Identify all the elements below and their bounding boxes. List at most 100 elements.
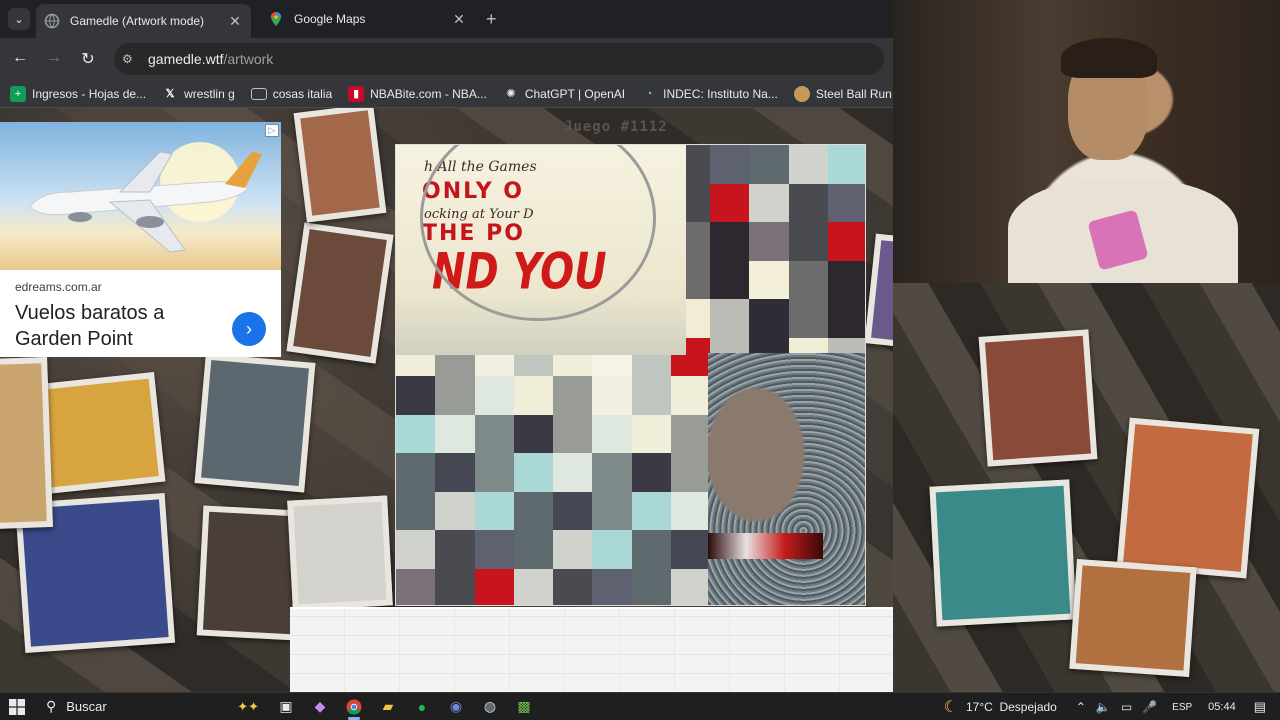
pixel-cell (670, 491, 710, 530)
bookmark-cosas-italia[interactable]: cosas italia (250, 86, 333, 101)
pixel-cell (553, 530, 593, 569)
pixel-cell (513, 530, 553, 569)
revealed-text-area: h All the Games ONLY O ocking at Your D … (396, 145, 686, 355)
edreams-ad[interactable]: ▷ edreams.com.ar Vuelos baratos a Garden… (0, 122, 281, 357)
collage-photo (864, 233, 893, 353)
bookmark-indec[interactable]: ◔ INDEC: Instituto Na... (641, 86, 778, 102)
steam-icon[interactable]: ◍ (473, 693, 507, 720)
collage-photo (194, 353, 316, 493)
bookmark-label: Ingresos - Hojas de... (32, 86, 147, 101)
pixel-cell (827, 222, 865, 261)
pixel-cell (474, 568, 514, 605)
xbox-app-icon[interactable]: ▩ (507, 693, 541, 720)
bookmark-label: wrestlin g (184, 86, 235, 101)
back-arrow-icon[interactable]: ← (10, 49, 30, 67)
pixel-cell (710, 260, 750, 299)
tab-google-maps[interactable]: Google Maps ✕ (260, 4, 475, 34)
pixel-cell (788, 183, 828, 222)
pixel-cell (474, 491, 514, 530)
pixel-cell (592, 491, 632, 530)
file-explorer-icon[interactable]: ▰ (371, 693, 405, 720)
copilot-icon[interactable]: ◆ (303, 693, 337, 720)
collage-photo (1069, 558, 1197, 678)
bookmark-nbabite[interactable]: ▮ NBABite.com - NBA... (348, 85, 487, 102)
bookmark-label: cosas italia (272, 86, 333, 101)
artwork-puzzle[interactable]: h All the Games ONLY O ocking at Your D … (395, 144, 866, 606)
pixel-cell (827, 145, 865, 184)
nba-icon: ▮ (348, 85, 365, 102)
folder-icon (250, 87, 267, 100)
pixel-cell (631, 414, 671, 453)
pixel-cell (749, 145, 789, 184)
weather-widget[interactable]: ☾ 17°C Despejado (944, 697, 1057, 717)
bookmark-label: INDEC: Instituto Na... (663, 86, 778, 101)
new-tab-button[interactable]: + (486, 9, 497, 30)
pixel-cell (513, 491, 553, 530)
spotify-icon[interactable]: ● (405, 693, 439, 720)
webcam-person-hair (1061, 38, 1157, 78)
indec-icon: ◔ (645, 87, 653, 100)
pixel-cell (631, 376, 671, 415)
pixel-cell (474, 414, 514, 453)
sparkle-icon: ✦✦ (237, 698, 259, 714)
ad-domain: edreams.com.ar (15, 280, 102, 294)
pixel-cell (435, 376, 475, 415)
revealed-streak (708, 533, 823, 559)
pixel-cell (553, 568, 593, 605)
tab-title: Gamedle (Artwork mode) (70, 14, 205, 28)
collage-photo (0, 357, 53, 529)
close-icon[interactable]: ✕ (451, 11, 467, 28)
brick-pattern (290, 607, 893, 692)
pixel-cell (396, 376, 436, 415)
bookmark-chatgpt[interactable]: ✺ ChatGPT | OpenAI (503, 86, 625, 102)
pixel-cell (435, 453, 475, 492)
chevron-up-icon[interactable]: ⌃ (1076, 700, 1086, 714)
pixel-cell (592, 530, 632, 569)
pixel-cell (435, 530, 475, 569)
moon-icon: ☾ (943, 699, 958, 716)
notification-icon[interactable]: ▤ (1254, 699, 1266, 715)
openai-icon: ✺ (506, 88, 516, 100)
game-number-label: Juego #1112 (564, 119, 668, 135)
pixel-cell (827, 183, 865, 222)
pixel-cell (474, 453, 514, 492)
tab-search-button[interactable]: ⌄ (8, 8, 30, 30)
pixel-cell (396, 414, 436, 453)
windows-start-icon[interactable] (0, 693, 34, 720)
gamedle-page: ▷ edreams.com.ar Vuelos baratos a Garden… (0, 108, 893, 692)
site-info-icon[interactable]: ⚙ (122, 52, 140, 66)
bookmark-label: Steel Ball Run Man (815, 86, 893, 101)
language-indicator[interactable]: ESP (1172, 702, 1192, 713)
pixel-cell (435, 491, 475, 530)
pixel-cell (592, 414, 632, 453)
ad-choices-icon[interactable]: ▷ (265, 124, 279, 137)
pixel-cell (513, 376, 553, 415)
speaker-icon[interactable]: 🔈 (1096, 700, 1111, 714)
task-view-icon[interactable]: ▣ (269, 693, 303, 720)
chrome-icon[interactable] (337, 693, 371, 720)
browser-toolbar: ← → ↻ ⚙ gamedle.wtf/artwork (0, 38, 893, 80)
forward-arrow-icon[interactable]: → (44, 49, 64, 67)
bottom-banner-ad[interactable]: ⓘ ⋮ (290, 607, 893, 692)
pixel-cell (513, 453, 553, 492)
bookmark-wrestling[interactable]: 𝕏 wrestlin g (162, 86, 235, 102)
discord-icon[interactable]: ◉ (439, 693, 473, 720)
chevron-right-icon[interactable]: › (232, 312, 266, 346)
pixel-cell (631, 453, 671, 492)
microphone-icon[interactable]: 🎤 (1142, 700, 1157, 714)
pixel-cell (670, 376, 710, 415)
revealed-image-area (708, 353, 865, 605)
bookmark-steel-ball-run[interactable]: Steel Ball Run Man (793, 85, 893, 102)
address-bar[interactable]: ⚙ gamedle.wtf/artwork (114, 43, 884, 75)
clock[interactable]: 05:44 (1208, 701, 1236, 713)
reload-icon[interactable]: ↻ (78, 49, 98, 69)
battery-icon[interactable]: ▭ (1121, 700, 1132, 714)
pixel-cell (553, 491, 593, 530)
pixel-cell (670, 530, 710, 569)
tab-gamedle[interactable]: Gamedle (Artwork mode) ✕ (36, 4, 251, 38)
taskbar-search[interactable]: ⚲ Buscar ✦✦ (34, 695, 269, 719)
pixel-cell (396, 568, 436, 605)
pixel-cell (474, 376, 514, 415)
bookmark-ingresos[interactable]: + Ingresos - Hojas de... (10, 85, 147, 102)
close-icon[interactable]: ✕ (227, 13, 243, 30)
